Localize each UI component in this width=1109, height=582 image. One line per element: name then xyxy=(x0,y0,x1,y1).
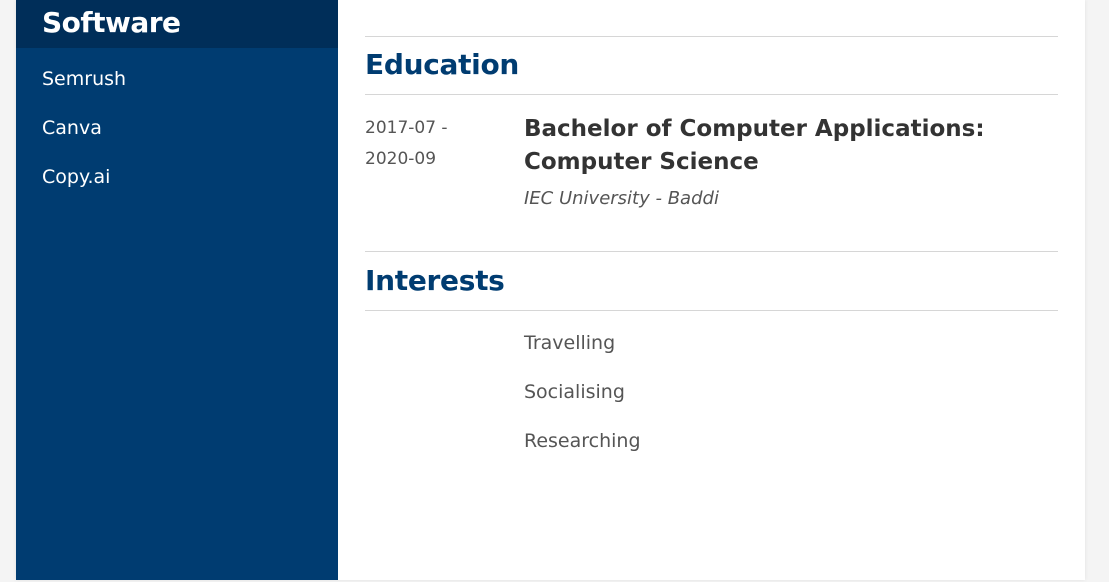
education-degree: Bachelor of Computer Applications: Compu… xyxy=(524,113,1044,179)
interests-heading: Interests xyxy=(365,264,505,297)
education-heading: Education xyxy=(365,48,520,81)
resume-page: Software Semrush Canva Copy.ai Education… xyxy=(16,0,1085,580)
software-item: Copy.ai xyxy=(42,166,111,188)
software-item: Semrush xyxy=(42,68,127,90)
main-content: Education 2017-07 - 2020-09 Bachelor of … xyxy=(365,0,1058,580)
section-divider xyxy=(365,36,1058,37)
degree-line: Bachelor of Computer Applications: xyxy=(524,116,985,142)
education-end-date: 2020-09 xyxy=(365,149,437,169)
sidebar: Software Semrush Canva Copy.ai xyxy=(16,0,338,580)
software-item: Canva xyxy=(42,117,102,139)
section-divider xyxy=(365,310,1058,311)
interest-item: Researching xyxy=(524,430,641,452)
software-heading: Software xyxy=(42,6,181,39)
education-school: IEC University - Baddi xyxy=(524,188,719,209)
interest-item: Socialising xyxy=(524,381,625,403)
section-divider xyxy=(365,94,1058,95)
interest-item: Travelling xyxy=(524,332,616,354)
education-start-date: 2017-07 - xyxy=(365,118,448,138)
section-divider xyxy=(365,251,1058,252)
sidebar-section-header: Software xyxy=(16,0,338,48)
degree-line: Computer Science xyxy=(524,149,759,175)
